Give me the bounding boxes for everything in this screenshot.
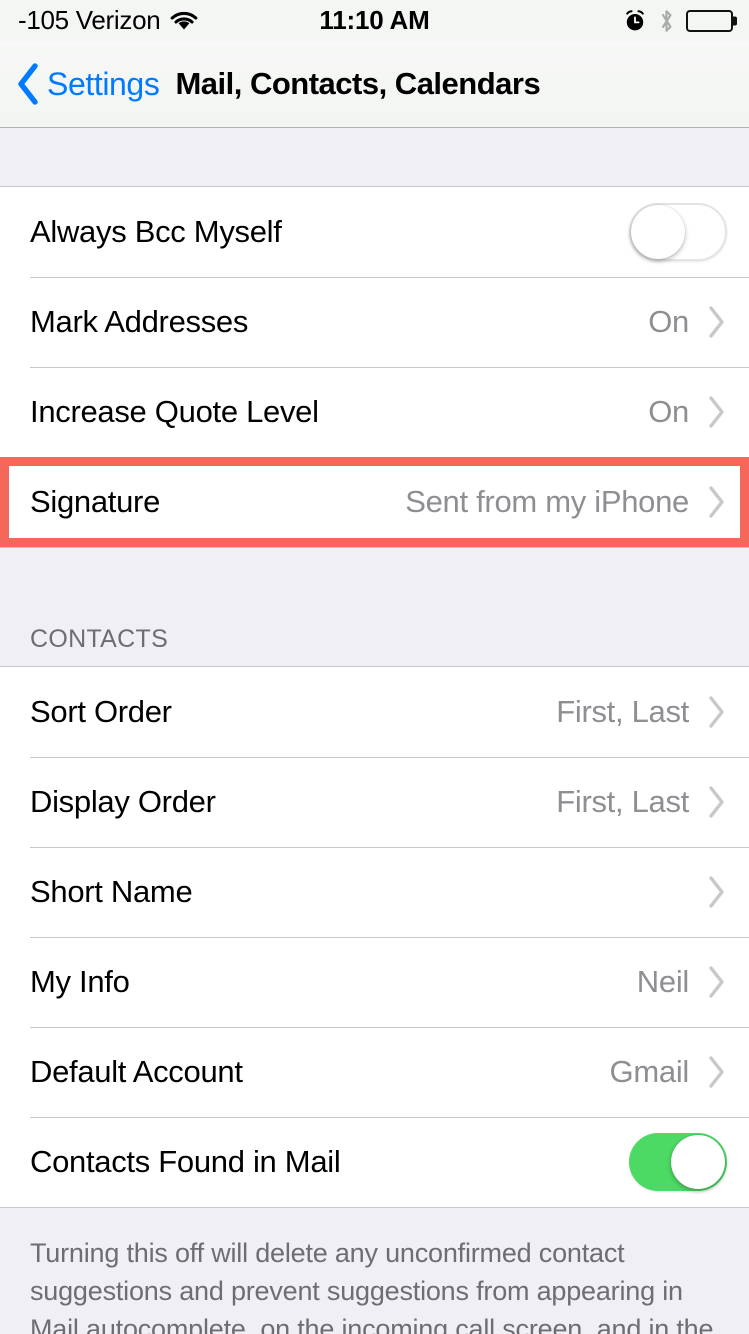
settings-row-value: Neil	[636, 964, 690, 999]
settings-row-value: On	[648, 394, 689, 429]
settings-row-accessory: First, Last	[556, 694, 727, 730]
chevron-left-icon	[16, 62, 40, 106]
wifi-icon	[169, 10, 199, 32]
iphone-settings-screen: -105 Verizon 11:10 AM Settings Mail, Con…	[0, 0, 749, 1334]
bluetooth-icon	[658, 8, 675, 34]
settings-row-default-account[interactable]: Default Account Gmail	[0, 1027, 749, 1117]
settings-row-label: Increase Quote Level	[30, 394, 319, 429]
settings-row-value: First, Last	[556, 784, 689, 819]
chevron-right-icon	[707, 395, 727, 429]
battery-icon	[686, 9, 733, 32]
settings-row-label: Signature	[30, 484, 161, 519]
settings-row-label: Short Name	[30, 874, 193, 909]
settings-row-increase-quote-level[interactable]: Increase Quote Level On	[0, 367, 749, 457]
settings-row-accessory	[629, 1133, 727, 1191]
toggle-knob	[631, 205, 685, 259]
settings-row-always-bcc-myself[interactable]: Always Bcc Myself	[0, 187, 749, 277]
settings-row-short-name[interactable]: Short Name	[0, 847, 749, 937]
settings-row-my-info[interactable]: My Info Neil	[0, 937, 749, 1027]
settings-row-label: Mark Addresses	[30, 304, 249, 339]
status-bar-right	[623, 8, 733, 34]
settings-row-display-order[interactable]: Display Order First, Last	[0, 757, 749, 847]
settings-row-accessory: Gmail	[610, 1054, 727, 1090]
settings-row-accessory: Neil	[637, 964, 727, 1000]
settings-row-label: Always Bcc Myself	[30, 214, 282, 249]
settings-row-sort-order[interactable]: Sort Order First, Last	[0, 667, 749, 757]
settings-row-accessory	[707, 875, 727, 909]
chevron-right-icon	[707, 965, 727, 999]
page-title: Mail, Contacts, Calendars	[175, 66, 541, 101]
status-bar-left: -105 Verizon	[18, 5, 199, 36]
settings-row-label: Display Order	[30, 784, 216, 819]
settings-row-contacts-found-in-mail[interactable]: Contacts Found in Mail	[0, 1117, 749, 1207]
settings-row-value: First, Last	[556, 694, 689, 729]
settings-row-accessory	[629, 203, 727, 261]
footer-note-text: Turning this off will delete any unconfi…	[30, 1238, 714, 1334]
toggle-switch-always-bcc-myself[interactable]	[629, 203, 727, 261]
footer-note: Turning this off will delete any unconfi…	[0, 1208, 749, 1334]
settings-row-signature[interactable]: Signature Sent from my iPhone	[0, 457, 749, 547]
section-header-contacts: CONTACTS	[0, 548, 749, 666]
chevron-right-icon	[707, 305, 727, 339]
settings-row-accessory: On	[648, 304, 727, 340]
settings-row-accessory: Sent from my iPhone	[405, 484, 727, 520]
back-button[interactable]: Settings	[16, 62, 160, 106]
settings-list[interactable]: Always Bcc Myself Mark Addresses On Increas…	[0, 128, 749, 1334]
settings-row-mark-addresses[interactable]: Mark Addresses On	[0, 277, 749, 367]
navigation-bar: Settings Mail, Contacts, Calendars	[0, 41, 749, 128]
settings-row-label: My Info	[30, 964, 130, 999]
list-top-spacer	[0, 128, 749, 186]
back-button-label: Settings	[47, 65, 160, 102]
chevron-right-icon	[707, 875, 727, 909]
settings-group: Always Bcc Myself Mark Addresses On Increas…	[0, 186, 749, 548]
settings-row-value: Sent from my iPhone	[405, 484, 689, 519]
settings-row-accessory: On	[648, 394, 727, 430]
chevron-right-icon	[707, 785, 727, 819]
alarm-icon	[623, 9, 647, 33]
settings-row-accessory: First, Last	[556, 784, 727, 820]
settings-row-value: Gmail	[609, 1054, 690, 1089]
status-bar: -105 Verizon 11:10 AM	[0, 0, 749, 41]
settings-row-label: Default Account	[30, 1054, 243, 1089]
chevron-right-icon	[707, 695, 727, 729]
settings-row-value: On	[648, 304, 689, 339]
settings-row-label: Sort Order	[30, 694, 172, 729]
chevron-right-icon	[707, 1055, 727, 1089]
settings-group: Sort Order First, Last Display Order First,…	[0, 666, 749, 1208]
settings-row-label: Contacts Found in Mail	[30, 1144, 341, 1179]
carrier-label: -105 Verizon	[18, 5, 161, 35]
toggle-switch-contacts-found-in-mail[interactable]	[629, 1133, 727, 1191]
chevron-right-icon	[707, 485, 727, 519]
toggle-knob	[671, 1135, 725, 1189]
section-header-label: CONTACTS	[30, 625, 169, 653]
